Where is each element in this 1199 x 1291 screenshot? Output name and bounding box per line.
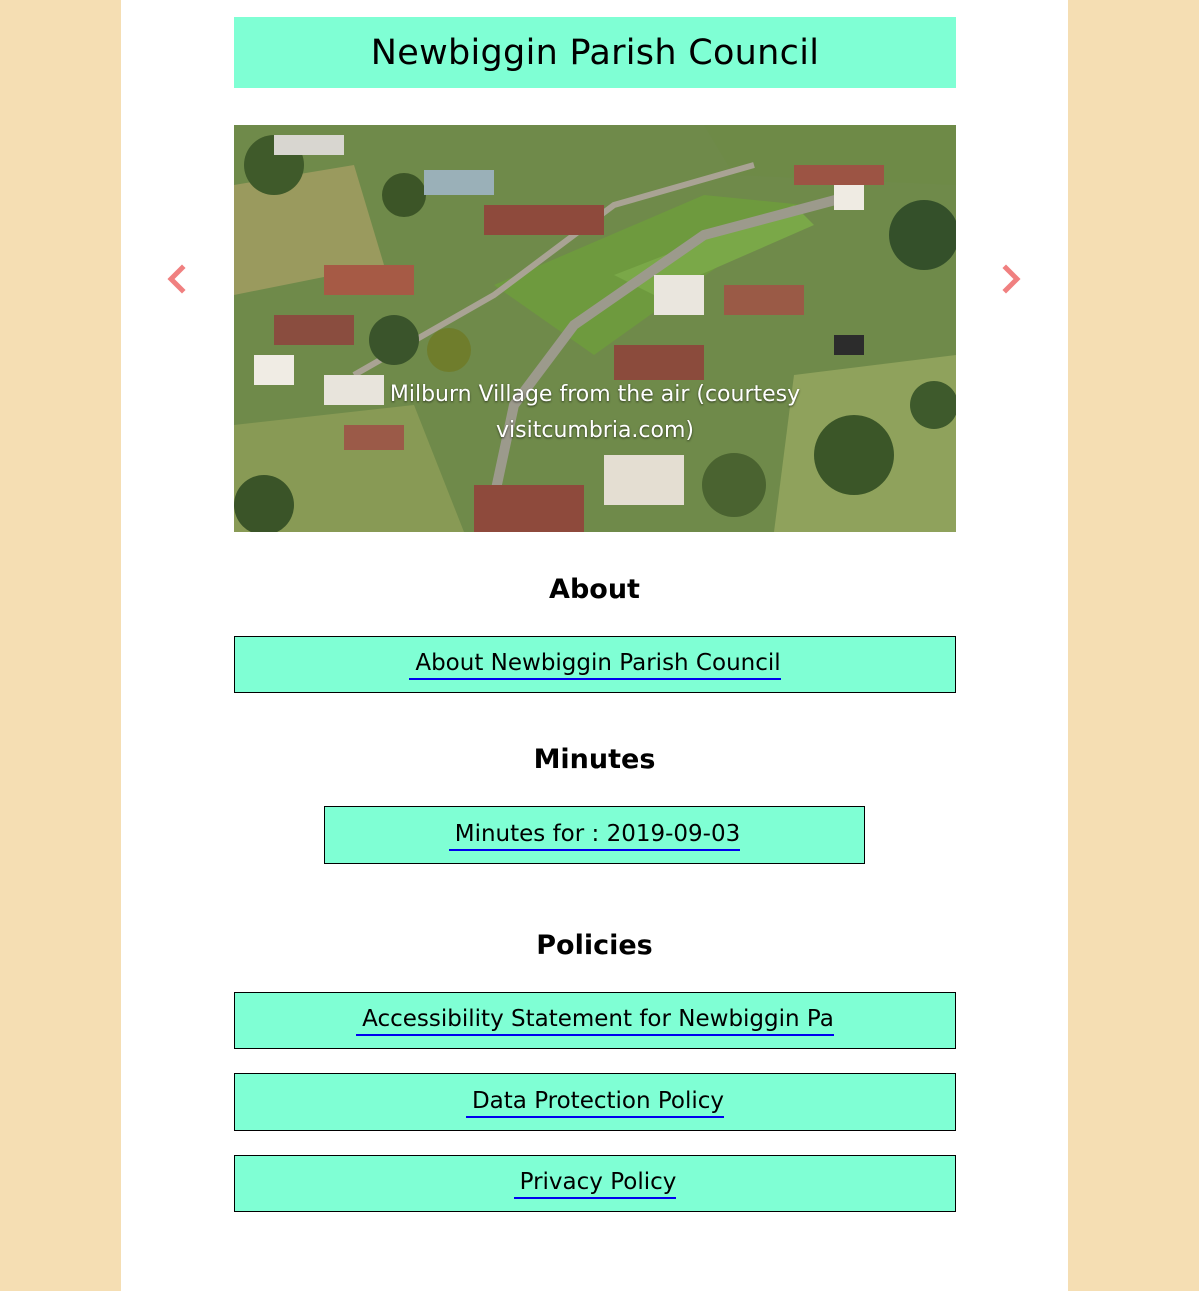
village-aerial-photo bbox=[234, 125, 956, 532]
policies-heading: Policies bbox=[536, 930, 653, 961]
title-banner: Newbiggin Parish Council bbox=[234, 17, 956, 88]
about-link[interactable]: About Newbiggin Parish Council bbox=[409, 649, 781, 680]
page-container: Newbiggin Parish Council Milburn Village… bbox=[121, 0, 1068, 1291]
minutes-heading: Minutes bbox=[533, 744, 656, 775]
carousel-next-button[interactable] bbox=[997, 262, 1027, 296]
privacy-policy-link[interactable]: Privacy Policy bbox=[513, 1168, 677, 1199]
about-link-box: About Newbiggin Parish Council bbox=[234, 636, 956, 693]
page-title: Newbiggin Parish Council bbox=[370, 32, 820, 73]
about-heading: About bbox=[549, 574, 640, 605]
image-carousel[interactable]: Milburn Village from the air (courtesy v… bbox=[234, 125, 956, 532]
carousel-caption: Milburn Village from the air (courtesy v… bbox=[389, 382, 801, 443]
minutes-link[interactable]: Minutes for : 2019-09-03 bbox=[448, 820, 741, 851]
policy-link-box: Privacy Policy bbox=[234, 1155, 956, 1212]
carousel-prev-button[interactable] bbox=[161, 262, 191, 296]
policy-link-box: Accessibility Statement for Newbiggin Pa bbox=[234, 992, 956, 1049]
accessibility-statement-link[interactable]: Accessibility Statement for Newbiggin Pa bbox=[356, 1005, 834, 1036]
minutes-link-box: Minutes for : 2019-09-03 bbox=[324, 806, 865, 864]
policy-link-box: Data Protection Policy bbox=[234, 1073, 956, 1131]
chevron-left-icon bbox=[167, 264, 186, 294]
chevron-right-icon bbox=[1002, 264, 1021, 294]
data-protection-policy-link[interactable]: Data Protection Policy bbox=[465, 1087, 725, 1118]
